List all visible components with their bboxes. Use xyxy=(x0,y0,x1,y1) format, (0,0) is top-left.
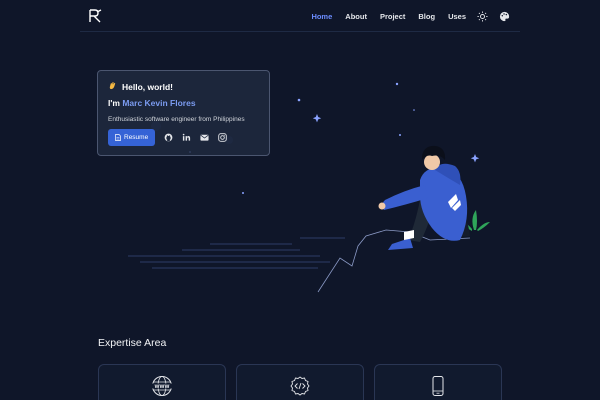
resume-label: Resume xyxy=(124,134,149,141)
nav-blog[interactable]: Blog xyxy=(418,12,435,21)
nav-project[interactable]: Project xyxy=(380,12,405,21)
intro-card: Hello, world! I'm Marc Kevin Flores Enth… xyxy=(97,70,270,156)
mobile-icon xyxy=(432,376,444,396)
expertise-card-web[interactable]: WWW xyxy=(98,364,226,400)
resume-button[interactable]: Resume xyxy=(108,129,156,146)
site-header: Home About Project Blog Uses xyxy=(80,0,520,32)
greeting: Hello, world! xyxy=(108,81,173,92)
main-nav: Home About Project Blog Uses xyxy=(298,0,510,32)
expertise-card-code[interactable] xyxy=(236,364,364,400)
name-heading: I'm Marc Kevin Flores xyxy=(108,98,196,108)
sun-icon[interactable] xyxy=(477,10,488,22)
www-icon: WWW xyxy=(152,376,172,396)
person-name: Marc Kevin Flores xyxy=(122,98,196,108)
expertise-title: Expertise Area xyxy=(98,337,167,349)
github-icon[interactable] xyxy=(163,133,173,143)
wind-lines xyxy=(128,237,345,269)
mail-icon[interactable] xyxy=(199,133,209,143)
instagram-icon[interactable] xyxy=(217,133,227,143)
nav-home[interactable]: Home xyxy=(311,12,332,21)
logo-icon[interactable] xyxy=(88,9,102,23)
hero-illustration xyxy=(128,82,490,293)
tagline: Enthusiastic software engineer from Phil… xyxy=(108,116,245,123)
nav-uses[interactable]: Uses xyxy=(448,12,466,21)
expertise-card-mobile[interactable] xyxy=(374,364,502,400)
moon-icon xyxy=(366,88,383,107)
person-figure xyxy=(378,145,470,250)
name-prefix: I'm xyxy=(108,98,120,108)
linkedin-icon[interactable] xyxy=(181,133,191,143)
document-icon xyxy=(115,134,121,141)
greeting-text: Hello, world! xyxy=(122,81,173,92)
plant xyxy=(462,210,490,231)
cliff xyxy=(317,229,471,293)
palette-icon[interactable] xyxy=(499,11,510,22)
code-gear-icon xyxy=(290,376,310,396)
intro-actions: Resume xyxy=(108,129,227,146)
svg-text:WWW: WWW xyxy=(155,384,170,390)
waving-hand-icon xyxy=(108,81,117,92)
nav-about[interactable]: About xyxy=(345,12,367,21)
